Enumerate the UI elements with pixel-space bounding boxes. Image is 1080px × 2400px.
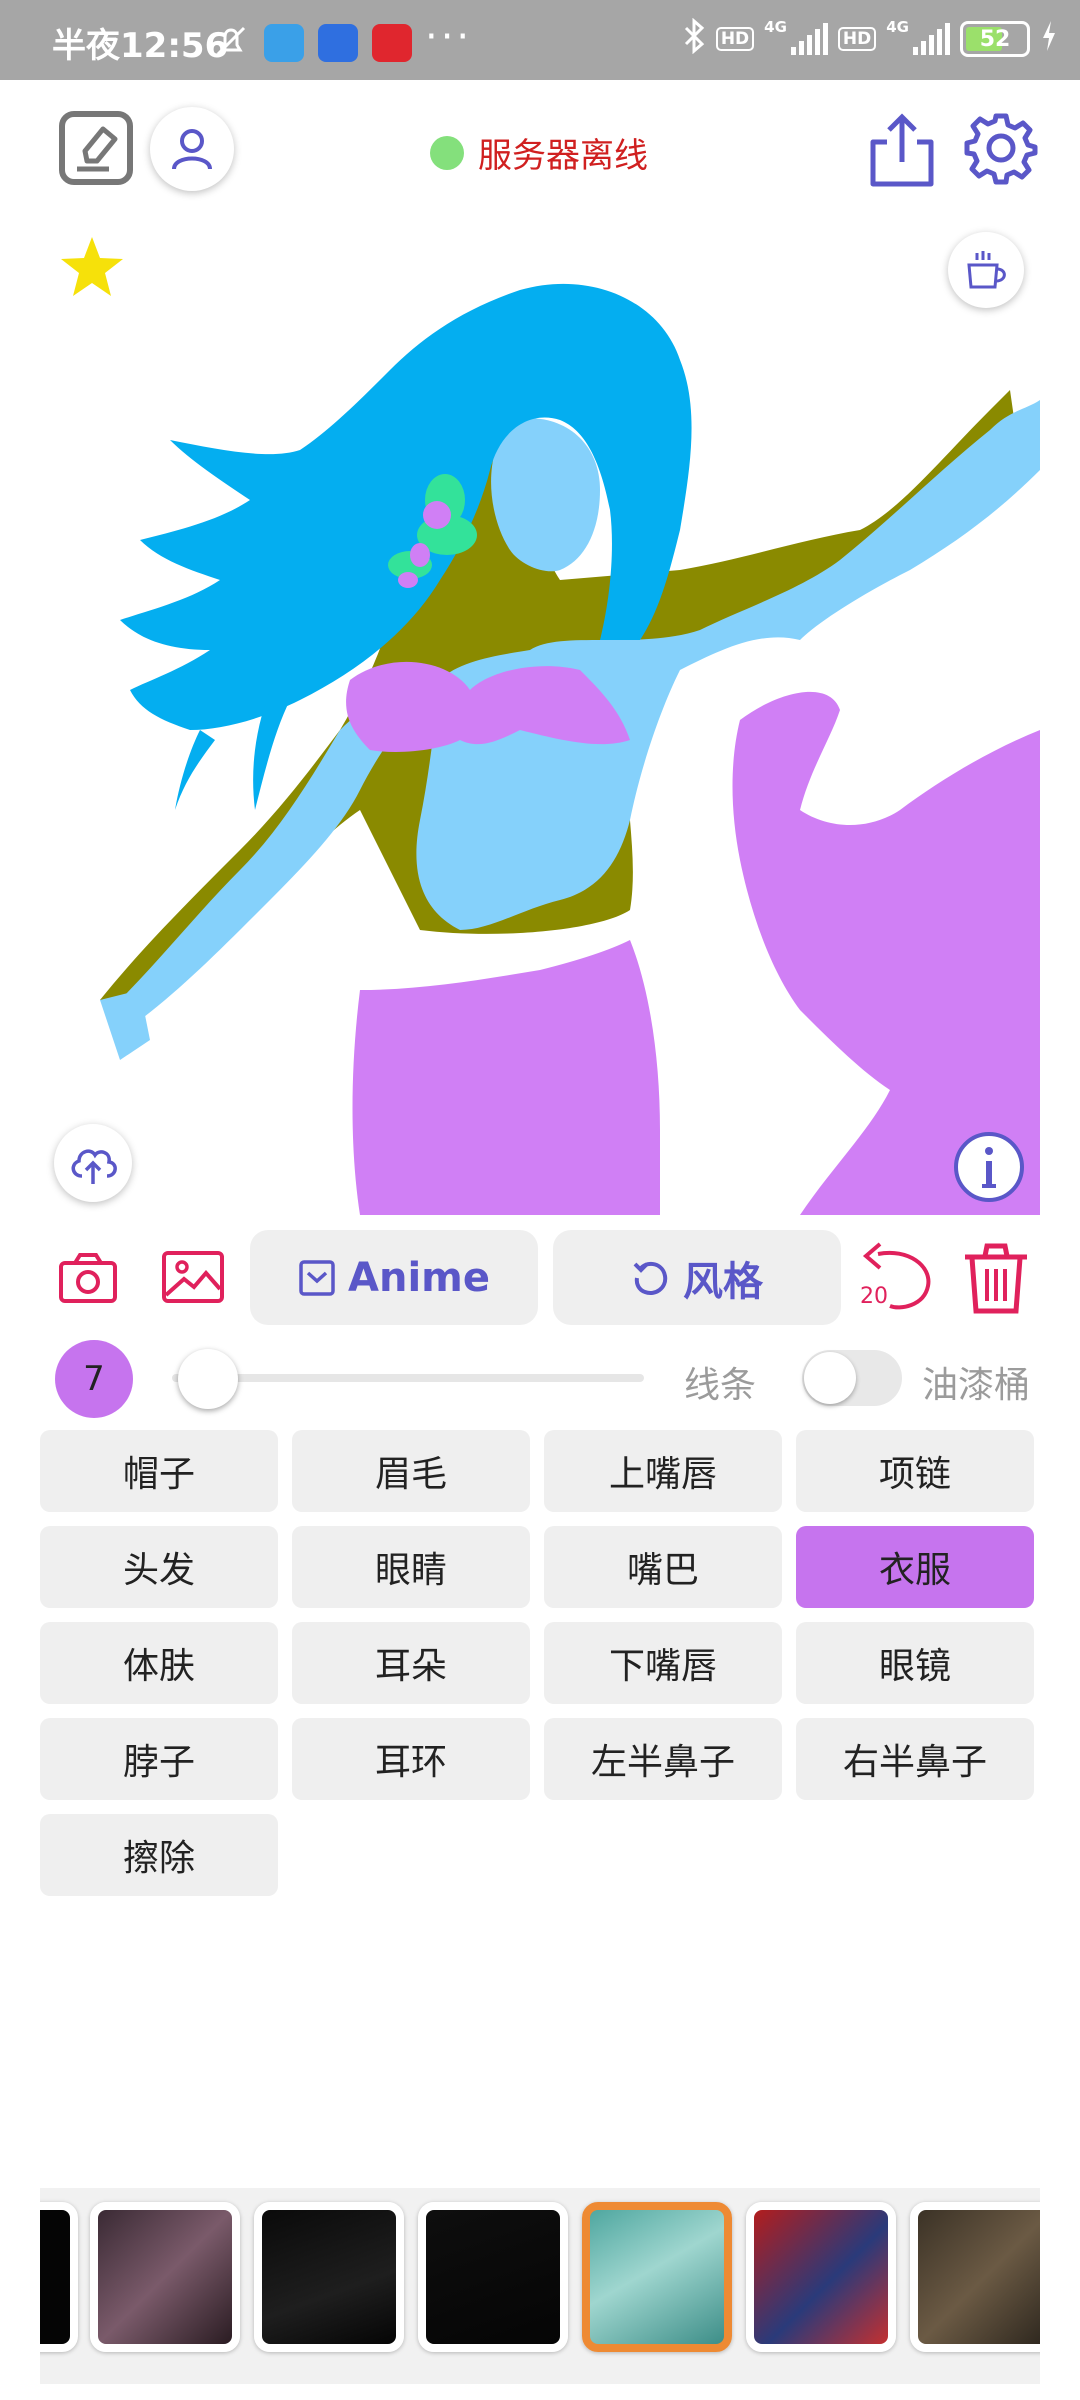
part-button[interactable]: 眼睛 (292, 1526, 530, 1608)
signal-icon-2 (913, 23, 950, 55)
part-button[interactable]: 衣服 (796, 1526, 1034, 1608)
gear-icon (964, 113, 1038, 185)
pencil-square-icon (59, 111, 133, 185)
model-label: Anime (348, 1254, 490, 1301)
server-status-dot (430, 135, 464, 170)
checkbox-icon (299, 1259, 335, 1296)
parts-grid: 帽子 眉毛 上嘴唇 项链头发 眼睛 嘴巴 衣服体肤 耳朵 下嘴唇 眼镜脖子 耳环 左半鼻子 右半鼻子擦除 (40, 1430, 1040, 1896)
part-button[interactable]: 眉毛 (292, 1430, 530, 1512)
style-thumbnail[interactable] (910, 2202, 1040, 2352)
style-thumbnail-strip[interactable] (40, 2188, 1040, 2384)
paint-bucket-toggle[interactable] (802, 1350, 902, 1406)
hd-badge-2: HD (837, 27, 877, 51)
paint-bucket-label: 油漆桶 (922, 1365, 1031, 1406)
network-type-2: 4G (886, 18, 909, 36)
status-time: 半夜12:56 (52, 26, 229, 66)
favorite-button[interactable] (56, 232, 128, 304)
part-button[interactable]: 项链 (796, 1430, 1034, 1512)
style-thumbnail[interactable] (254, 2202, 404, 2352)
segmentation-drawing (100, 283, 1040, 1215)
cloud-upload-icon (71, 1149, 117, 1184)
server-status: 服务器离线 (430, 128, 648, 177)
part-button[interactable]: 耳环 (292, 1718, 530, 1800)
brush-size-slider-thumb[interactable] (178, 1349, 239, 1409)
part-button[interactable]: 帽子 (40, 1430, 278, 1512)
gallery-button[interactable] (158, 1247, 228, 1307)
refresh-icon (633, 1261, 668, 1295)
camera-button[interactable] (55, 1247, 121, 1307)
part-button[interactable]: 脖子 (40, 1718, 278, 1800)
toggle-knob (804, 1352, 856, 1404)
style-thumbnail[interactable] (746, 2202, 896, 2352)
status-bar: 半夜12:56 ··· HD 4G HD 4G 52 (0, 0, 1080, 80)
part-button[interactable]: 擦除 (40, 1814, 278, 1896)
network-type: 4G (764, 18, 787, 36)
part-button[interactable]: 下嘴唇 (544, 1622, 782, 1704)
style-button[interactable]: 风格 (553, 1230, 841, 1325)
style-thumbnail[interactable] (90, 2202, 240, 2352)
info-icon (954, 1132, 1024, 1202)
browser-notification-icon (318, 24, 358, 62)
style-label: 风格 (683, 1258, 763, 1305)
image-icon (162, 1251, 224, 1303)
style-thumbnail[interactable] (40, 2202, 78, 2352)
user-icon (172, 129, 212, 170)
signal-icon (790, 23, 828, 55)
sketch-mode-button[interactable] (56, 108, 136, 188)
info-button[interactable] (950, 1128, 1028, 1206)
more-notifications-icon: ··· (425, 14, 473, 60)
server-status-text: 服务器离线 (478, 136, 648, 176)
hd-badge: HD (715, 27, 755, 51)
part-button[interactable]: 体肤 (40, 1622, 278, 1704)
style-thumbnail-selected[interactable] (582, 2202, 732, 2352)
part-button[interactable]: 头发 (40, 1526, 278, 1608)
share-button[interactable] (866, 110, 938, 190)
part-button[interactable]: 嘴巴 (544, 1526, 782, 1608)
mute-icon (212, 22, 250, 64)
battery-icon: 52 (960, 21, 1030, 57)
part-button[interactable]: 耳朵 (292, 1622, 530, 1704)
trash-icon (965, 1243, 1027, 1314)
coffee-button[interactable] (948, 232, 1024, 308)
part-button[interactable]: 右半鼻子 (796, 1718, 1034, 1800)
part-button[interactable]: 眼镜 (796, 1622, 1034, 1704)
user-button[interactable] (150, 107, 234, 191)
upload-button[interactable] (54, 1124, 132, 1202)
model-select-button[interactable]: Anime (250, 1230, 538, 1325)
part-button[interactable]: 左半鼻子 (544, 1718, 782, 1800)
app-notification-icon (264, 24, 304, 62)
charging-icon (1040, 19, 1058, 59)
camera-icon (59, 1253, 117, 1303)
undo-count: 20 (860, 1284, 888, 1309)
undo-button[interactable]: 20 (858, 1240, 934, 1316)
bluetooth-icon (682, 17, 706, 60)
brush-size-slider[interactable] (172, 1374, 644, 1382)
share-icon (870, 113, 934, 187)
drawing-canvas[interactable] (40, 210, 1040, 1215)
star-icon (61, 237, 123, 296)
delete-button[interactable] (960, 1240, 1032, 1316)
settings-button[interactable] (962, 108, 1040, 188)
brush-size-indicator: 7 (55, 1340, 133, 1418)
coffee-icon (967, 251, 1006, 289)
music-notification-icon (372, 24, 412, 62)
style-thumbnail[interactable] (418, 2202, 568, 2352)
part-button[interactable]: 上嘴唇 (544, 1430, 782, 1512)
line-mode-label: 线条 (684, 1365, 757, 1406)
